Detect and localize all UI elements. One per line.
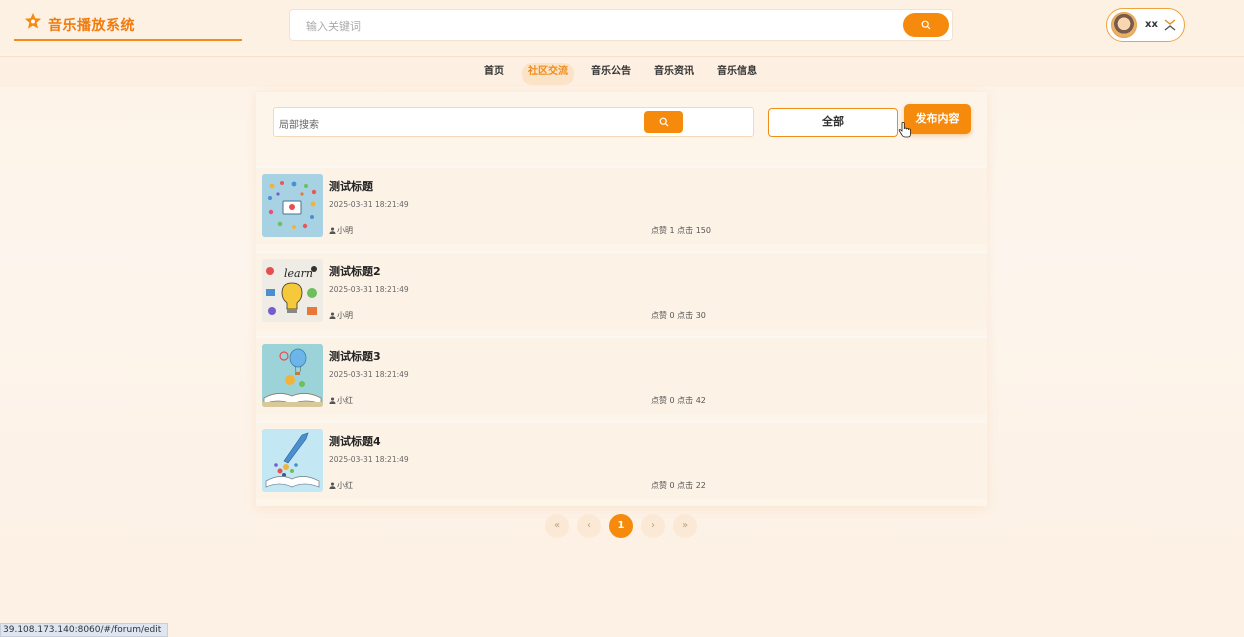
post-date: 2025-03-31 18:21:49 xyxy=(329,370,409,379)
post-author: 小明 xyxy=(329,225,353,236)
top-search-bar: 输入关键词 xyxy=(289,9,953,41)
nav-item-home[interactable]: 首页 xyxy=(478,63,510,85)
post-title[interactable]: 测试标题 xyxy=(329,178,373,194)
post-item[interactable]: learn 测试标题2 2025-03-31 18:21:49 小明 点赞 0 … xyxy=(256,251,987,329)
post-author-name: 小明 xyxy=(337,311,353,320)
post-thumbnail[interactable] xyxy=(262,174,323,237)
post-stats: 点赞 1 点击 150 xyxy=(651,226,711,235)
status-bar-url: 39.108.173.140:8060/#/forum/edit xyxy=(0,623,169,637)
app-title: 音乐播放系统 xyxy=(48,18,135,34)
post-stats: 点赞 0 点击 22 xyxy=(651,481,706,490)
post-date: 2025-03-31 18:21:49 xyxy=(329,200,409,209)
post-title[interactable]: 测试标题3 xyxy=(329,348,381,364)
user-menu[interactable]: xx xyxy=(1106,8,1185,42)
post-author-name: 小明 xyxy=(337,226,353,235)
user-icon xyxy=(329,397,336,404)
post-item[interactable]: 测试标题3 2025-03-31 18:21:49 小红 点赞 0 点击 42 xyxy=(256,336,987,414)
nav-item-music-info[interactable]: 音乐信息 xyxy=(711,63,763,85)
nav-item-news[interactable]: 音乐资讯 xyxy=(648,63,700,85)
search-icon xyxy=(659,117,668,127)
search-icon xyxy=(921,20,931,30)
post-thumbnail[interactable] xyxy=(262,429,323,492)
user-icon xyxy=(329,227,336,234)
post-author-name: 小红 xyxy=(337,396,353,405)
local-search-bar: 局部搜索 xyxy=(273,107,754,137)
local-search-input[interactable]: 局部搜索 xyxy=(279,116,319,131)
header: 音乐播放系统 输入关键词 xx xyxy=(0,0,1244,54)
pagination-first-button[interactable]: « xyxy=(545,514,569,538)
star-logo-icon xyxy=(24,12,42,29)
category-filter-select[interactable]: 全部 xyxy=(768,108,898,137)
post-author: 小红 xyxy=(329,480,353,491)
post-author: 小明 xyxy=(329,310,353,321)
nav-item-community[interactable]: 社区交流 xyxy=(522,63,574,85)
main-nav: 首页 社区交流 音乐公告 音乐资讯 音乐信息 xyxy=(0,56,1244,87)
post-stats: 点赞 0 点击 42 xyxy=(651,396,706,405)
post-date: 2025-03-31 18:21:49 xyxy=(329,285,409,294)
chevron-down-icon xyxy=(1164,19,1176,31)
post-item[interactable]: 测试标题 2025-03-31 18:21:49 小明 点赞 1 点击 150 xyxy=(256,166,987,244)
post-author-name: 小红 xyxy=(337,481,353,490)
forum-panel: 局部搜索 全部 发布内容 测试标题 2025-03-31 18:21:49 小明… xyxy=(256,92,987,506)
post-stats: 点赞 0 点击 30 xyxy=(651,311,706,320)
post-thumbnail[interactable] xyxy=(262,344,323,407)
user-icon xyxy=(329,312,336,319)
top-search-input[interactable]: 输入关键词 xyxy=(306,18,361,34)
nav-item-announcements[interactable]: 音乐公告 xyxy=(585,63,637,85)
post-date: 2025-03-31 18:21:49 xyxy=(329,455,409,464)
avatar xyxy=(1111,12,1137,38)
user-icon xyxy=(329,482,336,489)
post-author: 小红 xyxy=(329,395,353,406)
pagination-next-button[interactable]: › xyxy=(641,514,665,538)
hand-cursor-icon xyxy=(898,122,911,138)
pagination-current-page[interactable]: 1 xyxy=(609,514,633,538)
pagination-prev-button[interactable]: ‹ xyxy=(577,514,601,538)
local-search-button[interactable] xyxy=(644,111,683,133)
post-title[interactable]: 测试标题4 xyxy=(329,433,381,449)
post-thumbnail[interactable]: learn xyxy=(262,259,323,322)
svg-text:learn: learn xyxy=(284,267,313,280)
user-name: xx xyxy=(1145,19,1158,30)
logo[interactable]: 音乐播放系统 xyxy=(14,10,242,41)
post-title[interactable]: 测试标题2 xyxy=(329,263,381,279)
publish-button[interactable]: 发布内容 xyxy=(904,104,971,134)
post-item[interactable]: 测试标题4 2025-03-31 18:21:49 小红 点赞 0 点击 22 xyxy=(256,421,987,499)
top-search-button[interactable] xyxy=(903,13,949,37)
pagination-last-button[interactable]: » xyxy=(673,514,697,538)
